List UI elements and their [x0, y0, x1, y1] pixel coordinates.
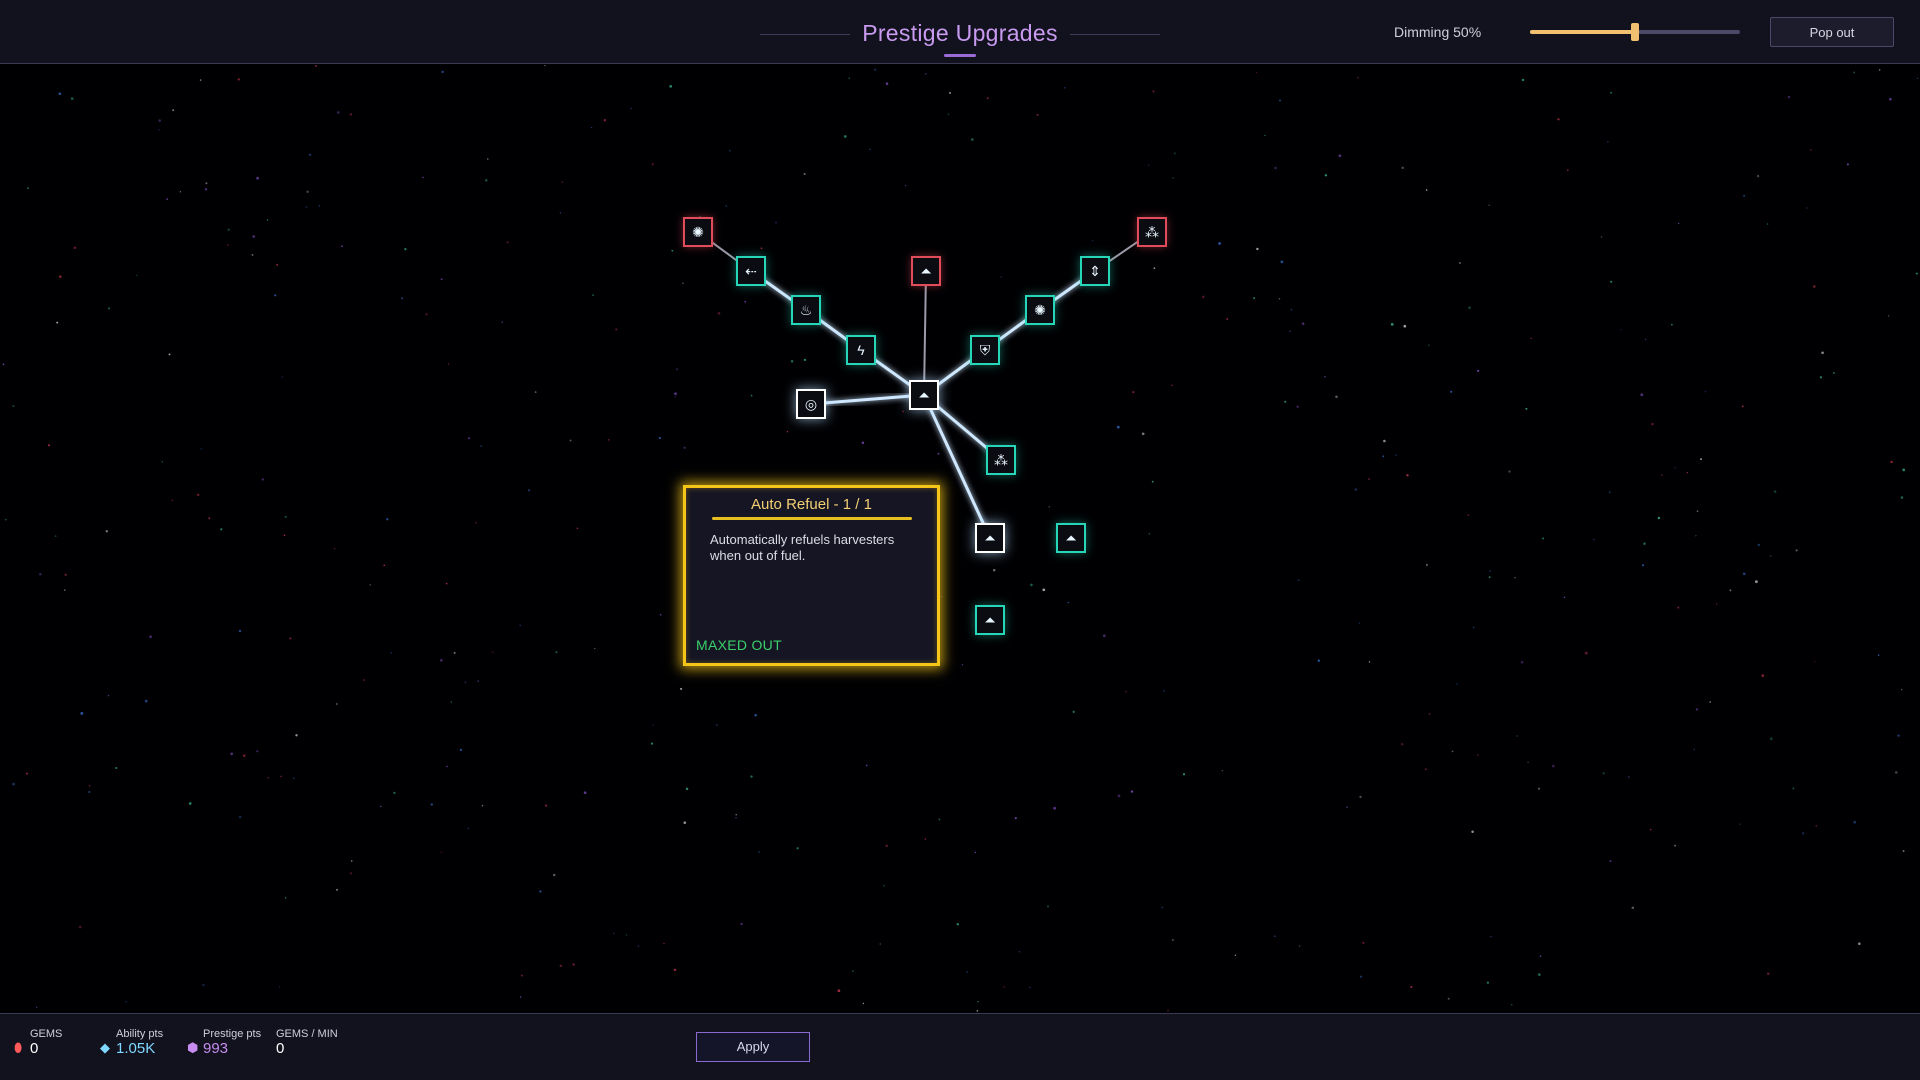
upgrade-tooltip: Auto Refuel - 1 / 1 Automatically refuel… [683, 485, 940, 666]
apply-button[interactable]: Apply [696, 1032, 810, 1062]
stat-value: 993 [203, 1040, 229, 1057]
dimming-slider-thumb[interactable] [1631, 23, 1639, 41]
arrow-left-icon: ⇠ [745, 263, 757, 279]
upgrade-node[interactable]: ⛨ [970, 335, 1000, 365]
sparkle-icon: ✺ [1034, 302, 1046, 318]
upgrade-node[interactable]: ✺ [683, 217, 713, 247]
title-divider-right [1070, 34, 1160, 35]
upgrade-node[interactable]: ⏶ [1056, 523, 1086, 553]
stat-value: 1.05K [116, 1040, 156, 1057]
stat-label: Prestige pts [203, 1028, 262, 1040]
skill-tree-canvas[interactable]: ✺⇠♨ϟ⏶⏶⛨✺⇕⁂◎⁂⏶⏶⏶⇕ Auto Refuel - 1 / 1 Aut… [0, 65, 1920, 1013]
starfield [2, 65, 1918, 1012]
upgrade-node[interactable]: ⁂ [1137, 217, 1167, 247]
upgrade-node[interactable]: ϟ [846, 335, 876, 365]
stat-label: GEMS [30, 1028, 63, 1040]
ship-icon: ⏶ [984, 612, 996, 628]
tree-connection [810, 393, 925, 406]
cluster-icon: ⁂ [1145, 224, 1159, 240]
tooltip-progress-bar [712, 517, 912, 520]
upgrade-node[interactable]: ⏶ [975, 605, 1005, 635]
stat-label: GEMS / MIN [276, 1028, 338, 1040]
diamond-icon: ◆ [100, 1040, 110, 1055]
tooltip-description: Automatically refuels harvesters when ou… [710, 532, 895, 563]
tooltip-status: MAXED OUT [696, 637, 782, 653]
gauge-icon: ◎ [804, 396, 818, 412]
upgrade-node[interactable]: ◎ [796, 389, 826, 419]
stat-value: 0 [30, 1040, 39, 1057]
stat-label: Ability pts [116, 1028, 164, 1040]
dimming-slider[interactable] [1530, 23, 1740, 41]
upgrade-node[interactable]: ⏶ [911, 256, 941, 286]
ship-icon: ⏶ [984, 530, 996, 546]
stat-value: 0 [276, 1040, 285, 1057]
title-block: Prestige Upgrades [760, 14, 1160, 58]
pop-out-button[interactable]: Pop out [1770, 17, 1894, 47]
ship-icon: ⏶ [920, 263, 932, 279]
upgrade-node[interactable]: ♨ [791, 295, 821, 325]
ship-icon: ⏶ [918, 387, 930, 403]
tree-connection [923, 270, 927, 396]
dimming-label: Dimming 50% [1394, 24, 1482, 40]
upgrade-node[interactable]: ⏶ [975, 523, 1005, 553]
skill-tree-svg [2, 65, 1918, 1012]
tooltip-title: Auto Refuel - 1 / 1 [751, 496, 872, 513]
shield-icon: ⛨ [979, 342, 991, 358]
cluster-icon: ⁂ [994, 452, 1008, 468]
upgrade-node[interactable]: ⇕ [1080, 256, 1110, 286]
gem-icon: ⬮ [14, 1040, 23, 1055]
sparkle-ring-icon: ✺ [692, 224, 704, 240]
lightning-icon: ϟ [857, 342, 865, 358]
flame-icon: ♨ [799, 302, 813, 318]
footer-bar: ⬮ GEMS 0 ◆ Ability pts 1.05K ⬢ Prestige … [0, 1013, 1920, 1080]
dimming-slider-fill [1530, 30, 1635, 34]
prestige-gem-icon: ⬢ [187, 1040, 199, 1055]
upgrade-node[interactable]: ⏶ [909, 380, 939, 410]
header-bar: Prestige Upgrades Dimming 50% Pop out [0, 0, 1920, 64]
upgrade-node[interactable]: ⇠ [736, 256, 766, 286]
upgrade-node[interactable]: ✺ [1025, 295, 1055, 325]
ship-icon: ⏶ [1065, 530, 1077, 546]
up-down-arrows-icon: ⇕ [1089, 263, 1101, 279]
upgrade-node[interactable]: ⁂ [986, 445, 1016, 475]
title-underline [944, 54, 976, 57]
